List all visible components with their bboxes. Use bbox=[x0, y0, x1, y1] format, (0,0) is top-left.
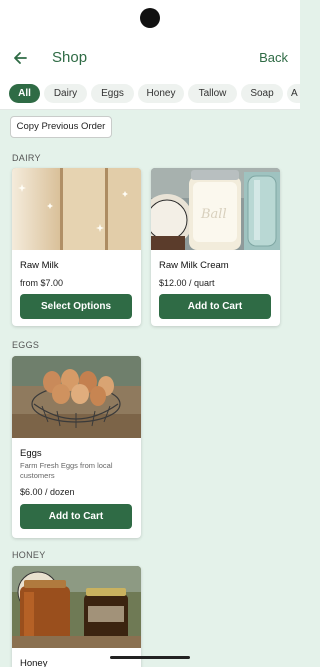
product-name: Eggs bbox=[20, 448, 42, 459]
product-name: Raw Milk bbox=[20, 260, 59, 271]
camera-cutout bbox=[140, 8, 160, 28]
product-image-raw-milk-cream: Ball bbox=[151, 168, 280, 250]
product-card-raw-milk[interactable]: Raw Milk from $7.00 Select Options bbox=[12, 168, 141, 326]
product-image-eggs bbox=[12, 356, 141, 438]
section-label-dairy: DAIRY bbox=[12, 153, 41, 163]
svg-text:Ball: Ball bbox=[200, 207, 227, 222]
arrow-left-icon[interactable] bbox=[10, 48, 30, 68]
product-price: $6.00 / dozen bbox=[20, 487, 75, 497]
back-button[interactable]: Back bbox=[259, 50, 288, 65]
product-price: $12.00 / quart bbox=[159, 278, 215, 288]
category-chip-dairy[interactable]: Dairy bbox=[44, 84, 87, 103]
section-label-eggs: EGGS bbox=[12, 340, 40, 350]
home-indicator[interactable] bbox=[110, 656, 190, 659]
product-image-honey bbox=[12, 566, 141, 648]
category-chip-honey[interactable]: Honey bbox=[138, 84, 184, 103]
category-filter-bar: All Dairy Eggs Honey Tallow Soap A bbox=[0, 80, 300, 110]
category-chip-all[interactable]: All bbox=[9, 84, 40, 103]
product-price: from $7.00 bbox=[20, 278, 64, 288]
status-bar bbox=[0, 0, 300, 36]
page-title: Shop bbox=[52, 49, 88, 66]
category-chip-eggs[interactable]: Eggs bbox=[91, 84, 134, 103]
add-to-cart-button[interactable]: Add to Cart bbox=[159, 294, 271, 319]
product-description: Farm Fresh Eggs from local customers bbox=[20, 461, 113, 480]
product-name: Raw Milk Cream bbox=[159, 260, 229, 271]
copy-previous-order-button[interactable]: Copy Previous Order bbox=[10, 116, 112, 138]
product-card-eggs[interactable]: Eggs Farm Fresh Eggs from local customer… bbox=[12, 356, 141, 538]
add-to-cart-button[interactable]: Add to Cart bbox=[20, 504, 132, 529]
category-chip-soap[interactable]: Soap bbox=[241, 84, 283, 103]
app-bar: Shop Back bbox=[0, 36, 300, 80]
category-chip-tallow[interactable]: Tallow bbox=[188, 84, 237, 103]
product-name: Honey bbox=[20, 658, 48, 667]
product-card-raw-milk-cream[interactable]: Ball Raw Milk Cream $12.00 / quart Add t… bbox=[151, 168, 280, 326]
select-options-button[interactable]: Select Options bbox=[20, 294, 132, 319]
product-card-honey[interactable]: Honey bbox=[12, 566, 141, 667]
product-image-raw-milk bbox=[12, 168, 141, 250]
category-chip-overflow[interactable]: A bbox=[287, 84, 300, 103]
section-label-honey: HONEY bbox=[12, 550, 46, 560]
